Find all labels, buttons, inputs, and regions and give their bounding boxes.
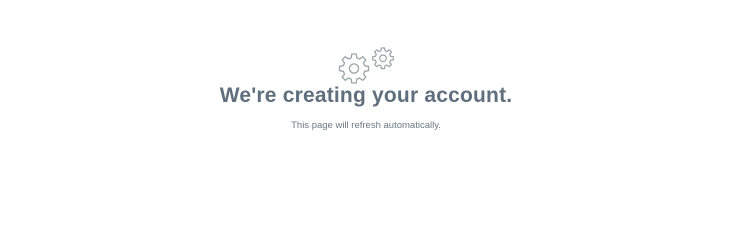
account-creation-page: We're creating your account. This page w…	[0, 0, 730, 249]
status-message: This page will refresh automatically.	[291, 120, 441, 131]
page-title: We're creating your account.	[219, 84, 513, 107]
gears-icon	[336, 44, 398, 86]
